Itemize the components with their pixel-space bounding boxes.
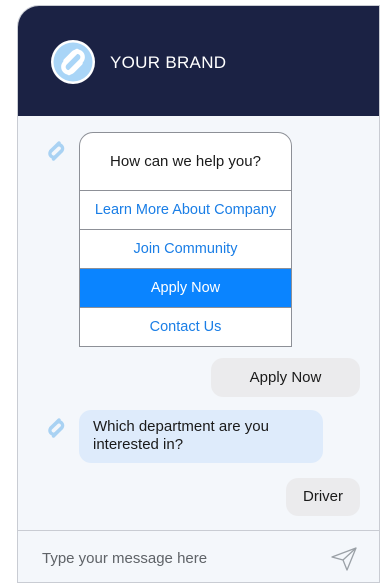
- option-learn-more[interactable]: Learn More About Company: [80, 191, 291, 230]
- quick-reply-menu: How can we help you? Learn More About Co…: [79, 132, 292, 347]
- brand-logo-icon: [51, 40, 95, 84]
- user-message-bubble: Apply Now: [211, 358, 360, 397]
- bot-message-bubble: Which department are you interested in?: [79, 410, 323, 463]
- message-input[interactable]: [40, 543, 314, 573]
- message-composer: [18, 530, 379, 582]
- option-apply-now[interactable]: Apply Now: [80, 269, 291, 308]
- paper-plane-icon[interactable]: [330, 546, 358, 572]
- user-message-bubble: Driver: [286, 478, 360, 516]
- menu-title: How can we help you?: [80, 133, 291, 191]
- chat-widget: YOUR BRAND How can we help you? Learn Mo…: [17, 5, 380, 583]
- option-join-community[interactable]: Join Community: [80, 230, 291, 269]
- brand-name: YOUR BRAND: [110, 53, 227, 72]
- bot-avatar-icon: [48, 418, 65, 438]
- option-contact-us[interactable]: Contact Us: [80, 308, 291, 346]
- bot-avatar-icon: [48, 141, 65, 161]
- chat-header: YOUR BRAND: [18, 6, 379, 116]
